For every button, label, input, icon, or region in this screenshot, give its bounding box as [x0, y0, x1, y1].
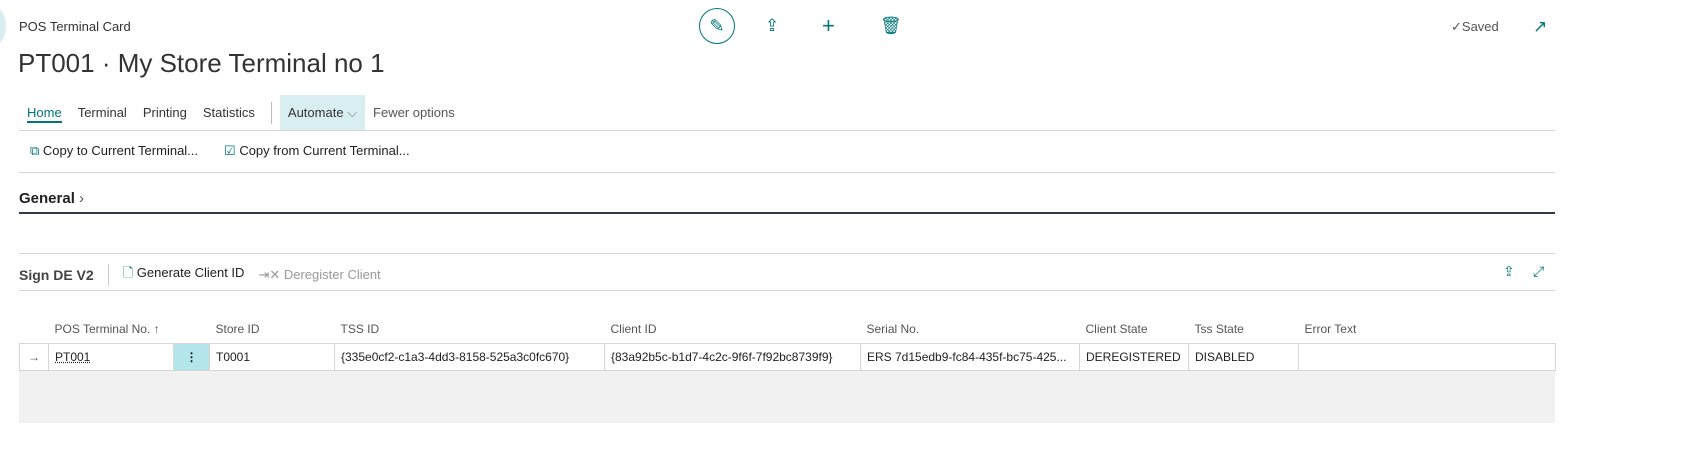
general-section-header[interactable]: General ›: [19, 190, 84, 207]
column-header-store-id[interactable]: Store ID: [210, 316, 335, 343]
avatar: [0, 8, 6, 44]
client-id-cell: {83a92b5c-b1d7-4c2c-9f6f-7f92bc8739f9}: [604, 342, 861, 371]
error-text-cell: [1298, 342, 1556, 371]
deregister-client-button[interactable]: ⇥✕ Deregister Client: [258, 267, 380, 283]
row-menu-button[interactable]: ⋮: [173, 342, 210, 371]
copy-icon: ⧉: [30, 143, 40, 158]
divider: [19, 130, 1555, 131]
sign-de-table: POS Terminal No. ↑ Store ID TSS ID Clien…: [19, 316, 1556, 371]
clipboard-check-icon: ☑: [224, 143, 236, 158]
divider: [19, 253, 1555, 254]
row-selector-arrow-icon[interactable]: →: [19, 342, 49, 371]
subpage-title: Sign DE V2: [19, 267, 94, 283]
tab-statistics[interactable]: Statistics: [195, 95, 263, 131]
divider: [19, 290, 1555, 291]
table-header-row: POS Terminal No. ↑ Store ID TSS ID Clien…: [20, 316, 1556, 343]
tab-terminal[interactable]: Terminal: [70, 95, 135, 131]
deregister-icon: ⇥✕: [258, 267, 281, 282]
expand-icon[interactable]: ⤢: [1533, 263, 1544, 280]
table-row[interactable]: → PT001 ⋮ T0001 {335e0cf2-c1a3-4dd3-8158…: [19, 342, 1556, 371]
column-header-tss-id[interactable]: TSS ID: [335, 316, 605, 343]
divider: [19, 172, 1555, 173]
check-icon: ✓: [1451, 19, 1462, 34]
store-id-cell: T0001: [209, 342, 335, 371]
column-header-pos-terminal-no[interactable]: POS Terminal No. ↑: [49, 316, 174, 343]
section-underline: [19, 212, 1555, 214]
list-empty-area: [19, 370, 1555, 423]
column-header-error-text[interactable]: Error Text: [1299, 316, 1556, 343]
tab-printing[interactable]: Printing: [135, 95, 195, 131]
tss-state-cell: DISABLED: [1188, 342, 1299, 371]
serial-no-cell: ERS 7d15edb9-fc84-435f-bc75-425...: [860, 342, 1080, 371]
share-icon[interactable]: ⇪: [765, 16, 779, 36]
delete-icon[interactable]: 🗑: [880, 16, 902, 36]
saved-status: ✓Saved: [1451, 19, 1499, 34]
share-icon[interactable]: ⇪: [1503, 263, 1515, 280]
new-document-icon: 🗋: [122, 265, 134, 280]
copy-to-current-terminal-button[interactable]: ⧉ Copy to Current Terminal...: [30, 143, 198, 159]
chevron-down-icon: ⌵: [347, 105, 358, 120]
chevron-right-icon: ›: [79, 190, 85, 207]
copy-from-current-terminal-button[interactable]: ☑ Copy from Current Terminal...: [224, 143, 410, 159]
column-header-tss-state[interactable]: Tss State: [1189, 316, 1299, 343]
generate-client-id-button[interactable]: 🗋 Generate Client ID: [123, 264, 245, 286]
column-header-serial-no[interactable]: Serial No.: [861, 316, 1080, 343]
tss-id-cell: {335e0cf2-c1a3-4dd3-8158-525a3c0fc670}: [334, 342, 605, 371]
page-title: PT001 · My Store Terminal no 1: [18, 48, 385, 78]
tab-home[interactable]: Home: [19, 95, 70, 131]
tab-automate[interactable]: Automate ⌵: [279, 95, 366, 131]
add-icon[interactable]: +: [822, 13, 835, 39]
action-tabs: Home Terminal Printing Statistics Automa…: [19, 95, 463, 131]
open-new-window-icon[interactable]: ↗: [1533, 17, 1547, 37]
client-state-cell: DEREGISTERED: [1079, 342, 1189, 371]
divider: [270, 102, 272, 124]
divider: [107, 264, 109, 286]
pos-terminal-no-cell[interactable]: PT001: [48, 342, 174, 371]
pencil-icon: ✎: [709, 15, 725, 36]
column-header-client-id[interactable]: Client ID: [605, 316, 861, 343]
page-caption: POS Terminal Card: [19, 19, 131, 34]
fewer-options-button[interactable]: Fewer options: [365, 95, 463, 131]
edit-button[interactable]: ✎: [699, 8, 735, 44]
column-header-client-state[interactable]: Client State: [1080, 316, 1189, 343]
